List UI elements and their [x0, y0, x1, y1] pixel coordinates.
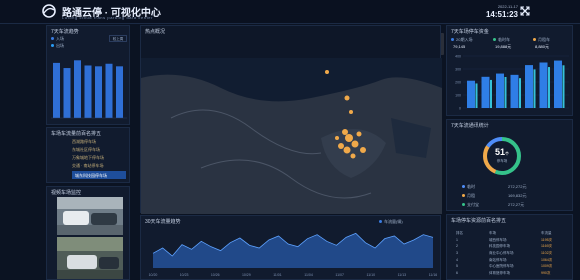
legend-b: 临时车 [493, 37, 510, 43]
column-accent [475, 83, 478, 108]
video-monitor-panel: 视频车场监控 [46, 186, 130, 280]
column [525, 65, 533, 108]
column [496, 73, 504, 108]
lot-item-selected[interactable]: 城东科技园停车场 [72, 171, 126, 179]
app-subtitle: Lutong cloud trans parking data center [62, 15, 154, 20]
column [481, 76, 490, 108]
bar [105, 63, 113, 118]
column-accent [490, 79, 492, 108]
income-item: 支付宝 [467, 202, 479, 207]
camera-feed-2[interactable] [57, 237, 123, 279]
weekly-flow-panel: 7天车流趋势 入场 出场 较上周 [46, 25, 130, 125]
weekly-funds-panel: 7天车场停车资金 20期入场 临时车 月租车 79,145 19,888元 8,… [446, 25, 573, 116]
bar [53, 62, 60, 118]
trend-panel: 30天车流量趋势 车流量(辆) 10/20 10/23 10/26 10/29 11/0… [140, 215, 441, 280]
lot-item[interactable]: 交通 · 南站停车场 [72, 163, 104, 169]
bar [116, 66, 123, 118]
x-tick-label: 10/26 [211, 273, 220, 277]
income-amount: 272,27元 [508, 202, 525, 207]
table-header: 排名 车场 车流量 [456, 231, 552, 235]
panel-title: 热点概况 [145, 29, 166, 35]
date-text: 2022-11-17 [497, 4, 518, 9]
total-c: 8,880元 [535, 44, 550, 49]
x-tick-label: 11/04 [304, 273, 313, 277]
china-map[interactable] [141, 58, 442, 214]
column-accent [519, 78, 521, 108]
panel-title: 7天车场停车资金 [451, 29, 489, 35]
bar [95, 66, 102, 118]
panel-title: 7天车流通讯统计 [451, 123, 489, 129]
income-item: 临时 [467, 184, 475, 189]
column-accent [533, 69, 536, 108]
top-lots-table: 排名 车场 车流量 1 城西停车场 1195次 2 科技园停车场 1169次 3 商业中心停车… [446, 230, 573, 277]
total-a: 79,145 [453, 44, 466, 49]
column-accent [562, 65, 565, 108]
tick-label: 400 [455, 55, 461, 59]
map-panel: 热点概况 [140, 25, 442, 214]
x-tick-label: 11/07 [335, 273, 344, 277]
income-amount: 169,832元 [508, 193, 527, 198]
panel-title: 7天车流趋势 [51, 29, 79, 35]
donut-center-label: 停车场 [496, 159, 508, 163]
x-tick-label: 10/23 [180, 273, 189, 277]
legend-c: 月租车 [533, 37, 550, 43]
lot-item[interactable]: 万象城地下停车场 [72, 155, 104, 161]
camera-feed-1[interactable] [57, 197, 123, 235]
x-tick-label: 10/29 [242, 273, 251, 277]
legend-out: 出场 [51, 43, 64, 49]
panel-title: 视频车场监控 [51, 190, 82, 196]
table-row[interactable]: 2 科技园停车场 1169次 [446, 243, 573, 250]
tick-label: 100 [455, 94, 461, 98]
tick-label: 300 [455, 68, 461, 72]
compare-button[interactable]: 较上周 [109, 35, 127, 42]
donut-center-value: 51个 [494, 147, 509, 157]
weekly-flow-chart [51, 60, 127, 119]
weekly-funds-chart: 0 100 200 300 400 [455, 55, 569, 111]
tick-label: 200 [455, 81, 461, 85]
bar [74, 60, 81, 118]
column-accent [504, 76, 507, 108]
logo-icon [42, 4, 56, 18]
bar [84, 65, 92, 118]
total-b: 19,888元 [495, 44, 512, 49]
table-row[interactable]: 3 商业中心停车场 1102次 [446, 250, 573, 257]
panel-title: 30天车流量趋势 [145, 219, 181, 225]
x-tick-label: 11/16 [429, 273, 437, 277]
table-row[interactable]: 1 城西停车场 1195次 [446, 237, 573, 244]
income-amount: 272,272元 [508, 184, 527, 189]
legend-a: 20期入场 [451, 37, 472, 43]
time-text: 14:51:23 [485, 10, 518, 19]
column-accent [548, 67, 550, 108]
datetime: 2022-11-17 14:51:23 [462, 4, 518, 19]
column [539, 62, 548, 108]
column [467, 80, 475, 108]
trend-chart: 10/20 10/23 10/26 10/29 11/01 11/04 11/07 11/10… [149, 232, 437, 277]
trend-legend: 车流量(辆) [379, 219, 403, 225]
x-tick-label: 11/01 [273, 273, 282, 277]
x-tick-label: 11/13 [398, 273, 407, 277]
x-tick-label: 11/10 [367, 273, 376, 277]
bar [63, 68, 71, 118]
fullscreen-icon[interactable] [520, 6, 530, 16]
panel-title: 车场车流量前百名排五 [51, 131, 102, 137]
tick-label: 0 [459, 107, 461, 111]
income-item: 月租 [467, 193, 475, 198]
column [510, 74, 519, 108]
trend-area [153, 233, 433, 268]
panel-title: 车场停车资源前百名排五 [451, 218, 507, 224]
table-row[interactable]: 5 中心医院停车场 1009次 [446, 263, 573, 270]
table-row[interactable]: 6 体育馆停车场 990次 [446, 270, 573, 277]
lot-item[interactable]: 西湖路停车场 [72, 139, 96, 145]
lot-item[interactable]: 东城社区停车场 [72, 147, 100, 153]
header-bar: 路通云停 · 可视化中心 Lutong cloud trans parking … [0, 0, 580, 24]
column [554, 60, 562, 108]
x-tick-label: 10/20 [149, 273, 158, 277]
legend-in: 入场 [51, 36, 64, 42]
table-row[interactable]: 4 南站停车场 1064次 [446, 257, 573, 264]
